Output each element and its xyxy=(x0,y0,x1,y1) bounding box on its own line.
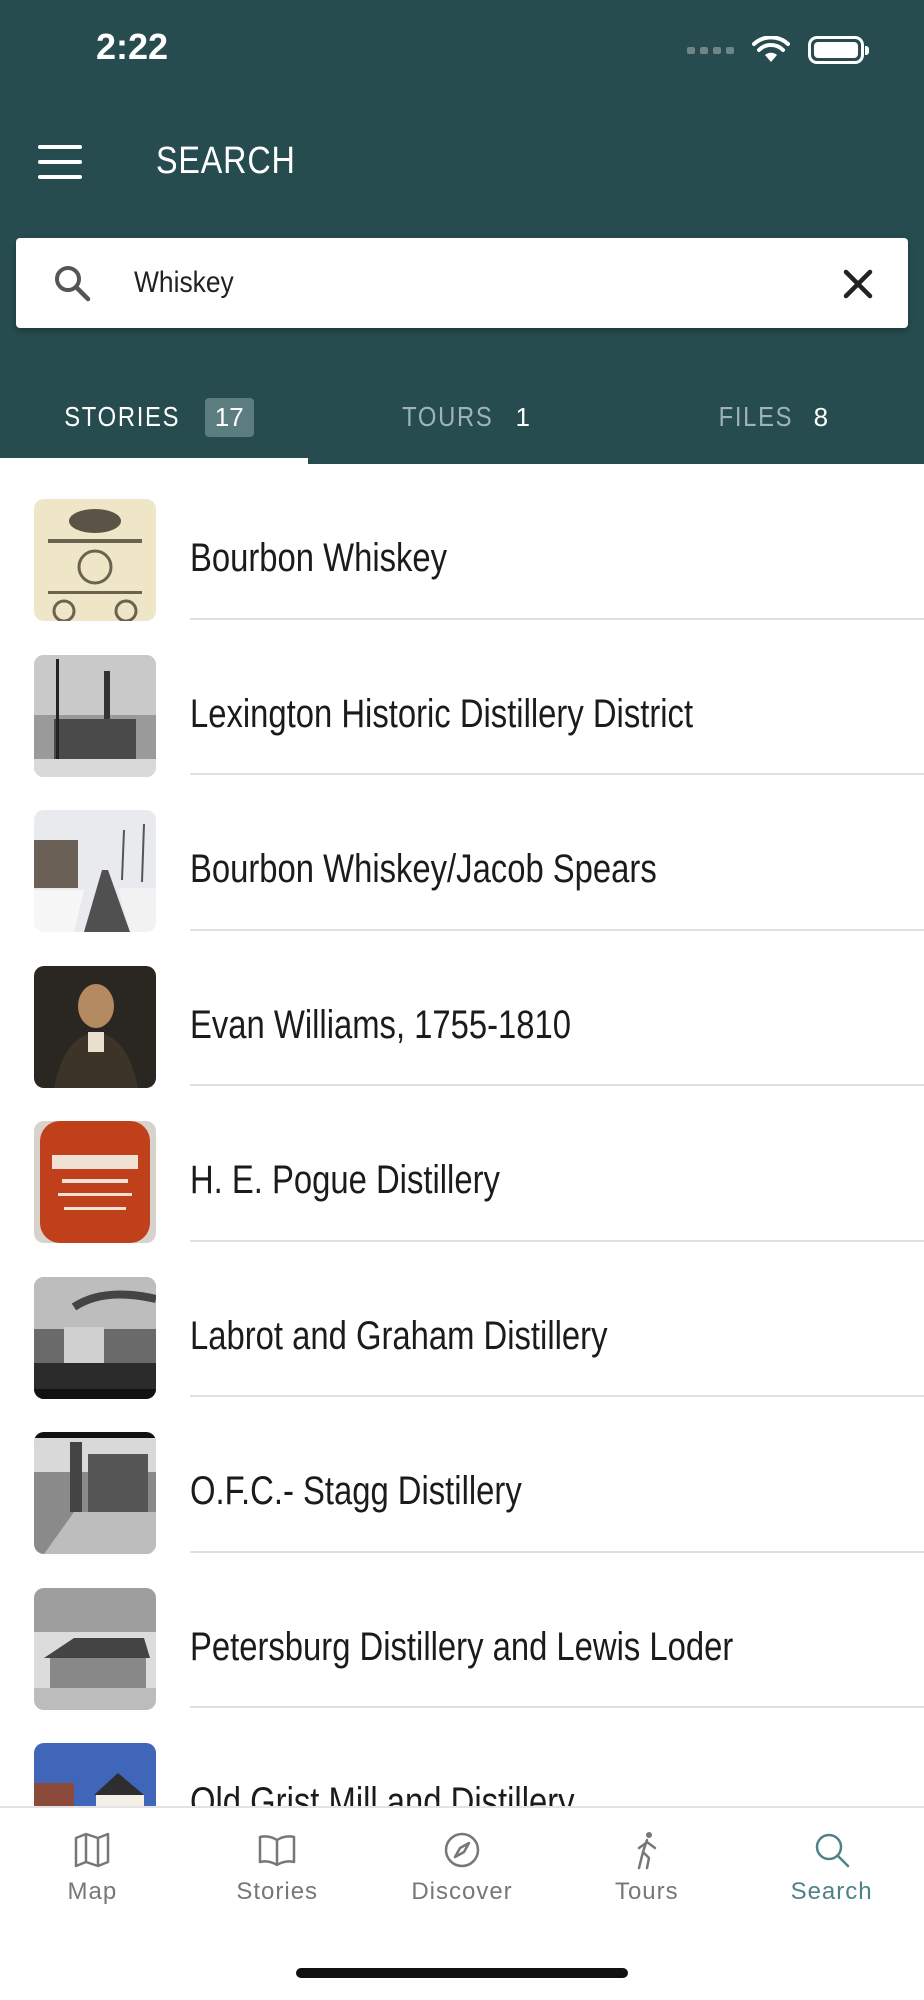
search-bar xyxy=(16,238,908,328)
status-icons xyxy=(687,36,869,64)
tabbar-stories-label: Stories xyxy=(236,1878,319,1905)
list-item-title: Petersburg Distillery and Lewis Loder xyxy=(190,1624,734,1669)
barn-photo-thumbnail xyxy=(34,1587,156,1710)
list-item-title: Lexington Historic Distillery District xyxy=(190,691,694,736)
list-item[interactable]: Bourbon Whiskey xyxy=(0,464,924,621)
results-list: Bourbon Whiskey Lexington Historic Disti… xyxy=(0,464,924,1806)
list-item-title: Labrot and Graham Distillery xyxy=(190,1313,608,1358)
result-tabs: STORIES 17 TOURS 1 FILES 8 xyxy=(0,370,924,464)
tabbar-search-label: Search xyxy=(790,1878,873,1905)
distillery-photo-thumbnail xyxy=(34,1276,156,1399)
app-header: 2:22 SEARCH STORIES 17 TOURS 1 xyxy=(0,0,924,464)
list-item[interactable]: Lexington Historic Distillery District xyxy=(0,620,924,777)
list-item-title: Bourbon Whiskey xyxy=(190,536,448,580)
tabbar-search[interactable]: Search xyxy=(739,1808,924,1928)
tab-files-label: FILES xyxy=(718,401,794,432)
list-item[interactable]: H. E. Pogue Distillery xyxy=(0,1086,924,1243)
building-photo-thumbnail xyxy=(34,1432,156,1554)
list-item[interactable]: Old Grist Mill and Distillery xyxy=(0,1708,924,1806)
list-item-title: Evan Williams, 1755-1810 xyxy=(190,1002,572,1047)
list-item[interactable]: O.F.C.- Stagg Distillery xyxy=(0,1397,924,1554)
search-input[interactable] xyxy=(134,256,733,310)
tab-stories-label: STORIES xyxy=(64,401,181,432)
search-icon xyxy=(55,266,91,302)
page-title: SEARCH xyxy=(156,140,296,182)
tabbar-discover[interactable]: Discover xyxy=(370,1808,555,1928)
search-icon xyxy=(815,1833,849,1868)
tab-tours[interactable]: TOURS 1 xyxy=(308,370,616,464)
tabbar-map-label: Map xyxy=(67,1878,118,1905)
mill-photo-thumbnail xyxy=(34,1743,156,1806)
factory-photo-thumbnail xyxy=(34,654,156,777)
cellular-signal-icon xyxy=(687,46,734,54)
tabbar-tours[interactable]: Tours xyxy=(554,1808,739,1928)
list-item-title: Old Grist Mill and Distillery xyxy=(190,1780,575,1806)
tab-files-count: 8 xyxy=(813,401,829,432)
status-time: 2:22 xyxy=(96,26,169,67)
clear-search-button[interactable] xyxy=(838,264,878,304)
road-photo-thumbnail xyxy=(34,810,156,932)
tab-tours-count: 1 xyxy=(515,401,530,432)
list-item[interactable]: Evan Williams, 1755-1810 xyxy=(0,931,924,1088)
book-icon xyxy=(258,1835,296,1867)
bottom-tab-bar: Map Stories Discover Tours Search xyxy=(0,1806,924,2000)
tab-stories-count: 17 xyxy=(204,397,254,437)
tabbar-discover-label: Discover xyxy=(411,1878,513,1905)
wifi-icon xyxy=(752,36,790,62)
list-item-title: Bourbon Whiskey/Jacob Spears xyxy=(190,847,657,891)
home-indicator[interactable] xyxy=(296,1968,628,1978)
map-icon xyxy=(75,1832,110,1868)
list-item-title: O.F.C.- Stagg Distillery xyxy=(190,1469,522,1513)
battery-icon xyxy=(808,36,869,64)
tabbar-tours-label: Tours xyxy=(614,1878,679,1905)
tabbar-map[interactable]: Map xyxy=(0,1808,185,1928)
tab-tours-label: TOURS xyxy=(402,401,494,432)
list-item[interactable]: Petersburg Distillery and Lewis Loder xyxy=(0,1553,924,1710)
tab-stories[interactable]: STORIES 17 xyxy=(0,370,308,464)
list-item[interactable]: Labrot and Graham Distillery xyxy=(0,1242,924,1399)
compass-icon xyxy=(444,1832,480,1868)
walking-icon xyxy=(637,1832,657,1870)
bottle-thumbnail xyxy=(34,1121,156,1243)
list-item-title: H. E. Pogue Distillery xyxy=(190,1158,500,1202)
list-item[interactable]: Bourbon Whiskey/Jacob Spears xyxy=(0,775,924,932)
tabbar-stories[interactable]: Stories xyxy=(185,1808,370,1928)
label-thumbnail xyxy=(34,499,156,621)
tab-files[interactable]: FILES 8 xyxy=(616,370,924,464)
portrait-thumbnail xyxy=(34,965,156,1088)
menu-button[interactable] xyxy=(38,145,82,179)
